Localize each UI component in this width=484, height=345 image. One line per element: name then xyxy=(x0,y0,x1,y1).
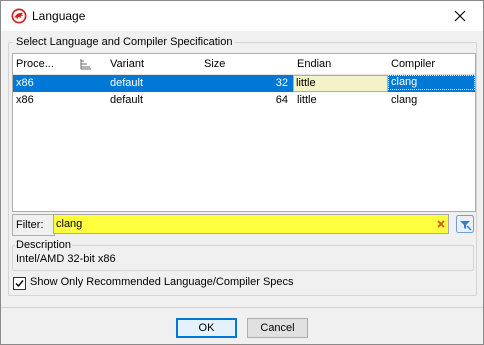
description-text: Intel/AMD 32-bit x86 xyxy=(16,253,116,265)
language-dialog: Language Select Language and Compiler Sp… xyxy=(0,0,484,345)
sort-indicator-icon[interactable] xyxy=(79,57,93,71)
filter-input[interactable] xyxy=(53,214,449,234)
column-header-size[interactable]: Size xyxy=(204,58,225,71)
description-legend: Description xyxy=(15,239,73,252)
recommended-only-checkbox[interactable] xyxy=(13,277,26,290)
table-row[interactable]: x86 default 32 little clang xyxy=(13,75,475,92)
language-selection-group: Select Language and Compiler Specificati… xyxy=(8,36,477,296)
column-header-variant[interactable]: Variant xyxy=(110,58,144,71)
filter-label: Filter: xyxy=(12,214,55,236)
title-bar[interactable]: Language xyxy=(1,1,483,31)
cancel-button[interactable]: Cancel xyxy=(247,318,308,338)
close-button[interactable] xyxy=(437,1,483,31)
column-header-processor[interactable]: Proce... xyxy=(16,58,54,71)
cell-processor: x86 xyxy=(16,77,34,89)
recommended-only-label[interactable]: Show Only Recommended Language/Compiler … xyxy=(30,276,294,289)
cell-endian-editor[interactable]: little xyxy=(293,75,388,92)
cell-compiler: clang xyxy=(388,75,475,90)
description-box: Description Intel/AMD 32-bit x86 xyxy=(12,239,474,271)
language-table[interactable]: Proce... Variant Size Endian Compiler x8… xyxy=(12,53,476,212)
clear-x-icon[interactable] xyxy=(436,219,446,229)
check-mark-icon xyxy=(15,280,24,288)
column-header-compiler[interactable]: Compiler xyxy=(391,58,435,71)
cell-endian: little xyxy=(297,94,317,106)
ok-button[interactable]: OK xyxy=(176,318,237,338)
filter-options-icon[interactable] xyxy=(456,215,474,233)
close-icon xyxy=(454,10,466,22)
table-header: Proce... Variant Size Endian Compiler xyxy=(13,54,475,75)
cell-variant: default xyxy=(110,77,144,89)
cell-compiler: clang xyxy=(391,94,418,106)
cell-variant: default xyxy=(110,94,144,106)
filter-bar: Filter: xyxy=(12,214,474,236)
cell-size: 64 xyxy=(275,94,288,106)
column-header-endian[interactable]: Endian xyxy=(297,58,331,71)
dialog-body: Select Language and Compiler Specificati… xyxy=(1,31,483,344)
button-area-divider xyxy=(1,307,483,308)
cell-size: 32 xyxy=(275,77,288,89)
dragon-icon xyxy=(11,8,27,24)
group-legend: Select Language and Compiler Specificati… xyxy=(13,36,236,49)
table-row[interactable]: x86 default 64 little clang xyxy=(13,92,475,109)
window-title: Language xyxy=(32,9,86,23)
cell-processor: x86 xyxy=(16,94,34,106)
